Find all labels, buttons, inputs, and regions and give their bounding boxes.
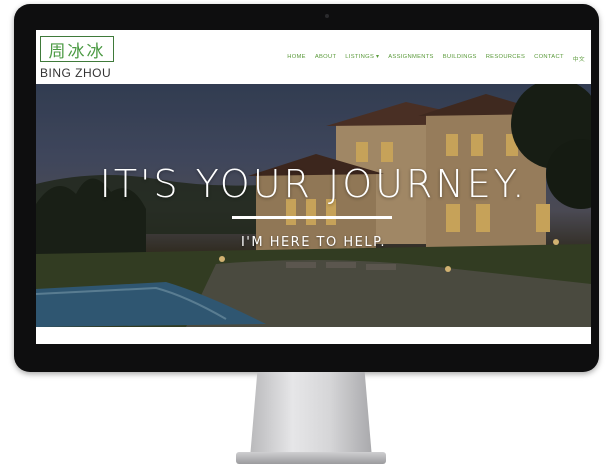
monitor-base: [236, 452, 386, 464]
monitor-stand: [250, 372, 372, 458]
hero-subtitle: I'M HERE TO HELP.: [240, 235, 387, 250]
webcam: [325, 14, 329, 18]
nav-about[interactable]: ABOUT: [315, 54, 336, 63]
nav-listings[interactable]: LISTINGS ▾: [345, 54, 379, 63]
hero-section: IT'S YOUR JOURNEY. I'M HERE TO HELP.: [36, 84, 591, 327]
hero-divider: [232, 216, 392, 219]
hero-title: IT'S YOUR JOURNEY.: [99, 162, 528, 206]
nav-buildings[interactable]: BUILDINGS: [443, 54, 477, 63]
nav-assignments[interactable]: ASSIGNMENTS: [388, 54, 434, 63]
nav-resources[interactable]: RESOURCES: [486, 54, 525, 63]
logo-name[interactable]: BING ZHOU: [40, 66, 120, 80]
logo-chinese[interactable]: 周冰冰: [40, 36, 114, 62]
page-content-strip: [36, 327, 591, 344]
browser-screen: 周冰冰 BING ZHOU HOME ABOUT LISTINGS ▾ ASSI…: [36, 30, 591, 344]
nav-chinese[interactable]: 中文: [573, 54, 585, 63]
nav-contact[interactable]: CONTACT: [534, 54, 564, 63]
nav-home[interactable]: HOME: [287, 54, 306, 63]
site-header: 周冰冰 BING ZHOU HOME ABOUT LISTINGS ▾ ASSI…: [36, 30, 591, 84]
main-nav: HOME ABOUT LISTINGS ▾ ASSIGNMENTS BUILDI…: [287, 54, 585, 63]
